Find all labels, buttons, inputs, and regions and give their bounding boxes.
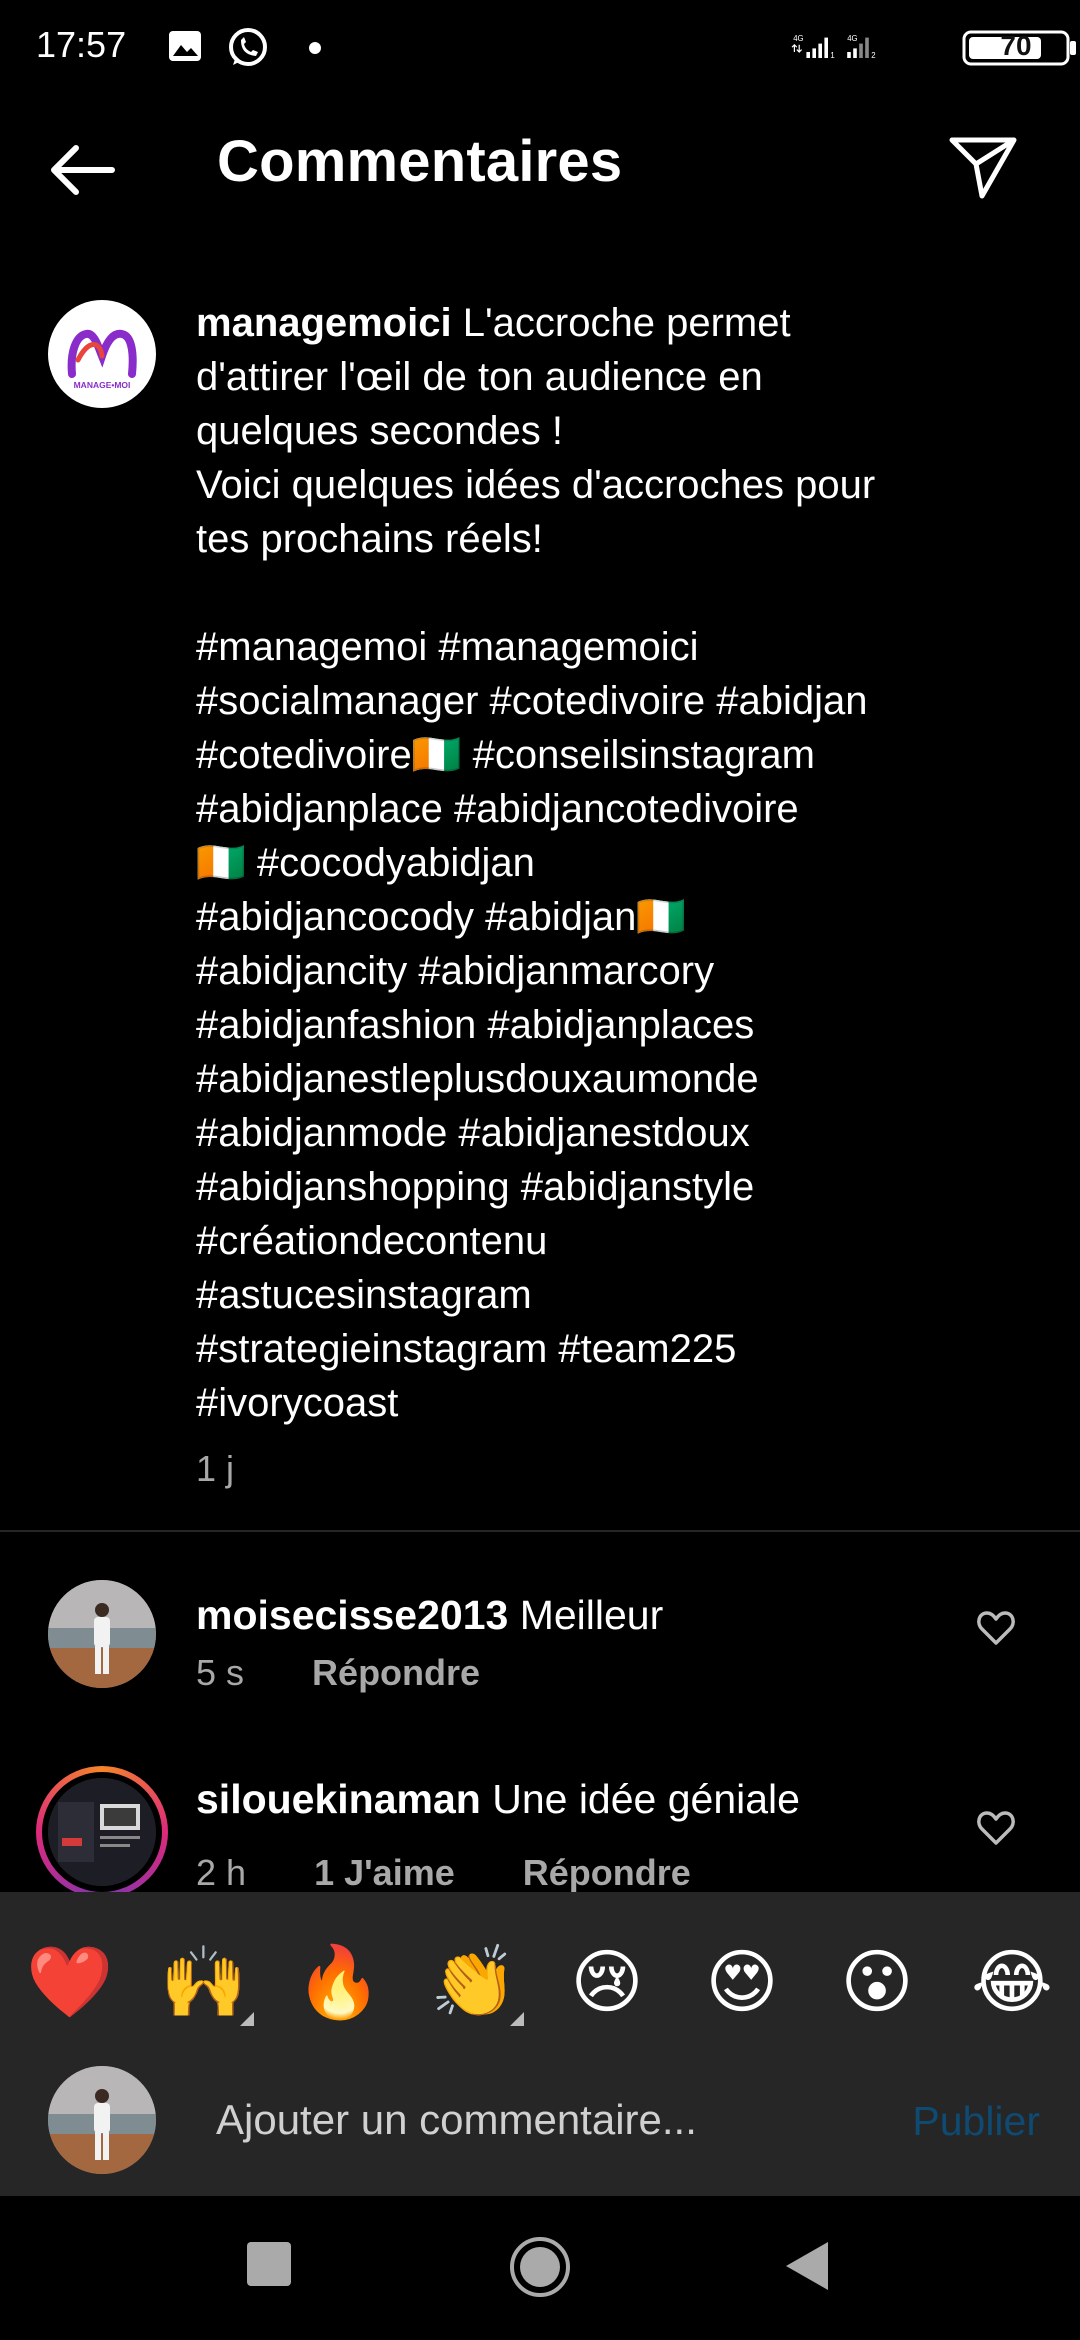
emoji-clapping-hands[interactable]: 👏 [430, 1940, 517, 2024]
svg-text:1: 1 [830, 51, 834, 60]
comment-avatar-silouekinaman[interactable] [48, 1778, 156, 1886]
emoji-surprised-face[interactable]: 😮 [835, 1940, 919, 2024]
logo-lettering: MANAGE•MOI [74, 380, 131, 390]
comment-body: Une idée géniale [480, 1776, 800, 1822]
emoji-heart-eyes[interactable]: 😍 [700, 1940, 784, 2024]
reply-button[interactable]: Répondre [312, 1652, 480, 1693]
comment-time: 5 s [196, 1652, 245, 1693]
publish-button[interactable]: Publier [880, 2093, 1040, 2149]
signal-icons: 4G 1 4G 2 [791, 34, 876, 60]
nav-back-icon[interactable] [784, 2240, 830, 2292]
emoji-heart[interactable]: ❤️ [26, 1940, 113, 2024]
managemoi-logo: MANAGE•MOI [67, 329, 137, 390]
svg-text:4G: 4G [847, 34, 857, 43]
skin-tone-caret-icon [240, 2012, 254, 2026]
likes-count[interactable]: 1 J'aime [314, 1852, 455, 1893]
status-time: 17:57 [36, 24, 127, 65]
gallery-icon [169, 31, 201, 61]
notification-dot [309, 42, 321, 54]
comment-username[interactable]: silouekinaman [196, 1776, 481, 1822]
page-title: Commentaires [217, 129, 623, 194]
heart-icon[interactable] [976, 1610, 1016, 1646]
comment-text: silouekinaman Une idée géniale [196, 1776, 800, 1823]
comment-text: moisecisse2013 Meilleur [196, 1592, 663, 1639]
flyer-thumbnail [48, 1778, 156, 1886]
comment-input[interactable] [216, 2090, 856, 2150]
caption-time: 1 j [196, 1448, 235, 1489]
person-beach-photo [48, 2066, 156, 2174]
home-icon[interactable] [508, 2235, 572, 2299]
story-ring-gap [42, 1772, 162, 1892]
comment-time: 2 h [196, 1852, 247, 1893]
reply-button[interactable]: Répondre [523, 1852, 691, 1893]
whatsapp-icon [229, 28, 267, 66]
current-user-avatar [48, 2066, 156, 2174]
caption-avatar[interactable]: MANAGE•MOI [48, 300, 156, 408]
svg-text:2: 2 [871, 51, 875, 60]
story-ring[interactable] [36, 1766, 168, 1898]
divider [0, 1530, 1080, 1532]
comment-meta: 5 s Répondre [196, 1652, 538, 1694]
comment-meta: 2 h 1 J'aime Répondre [196, 1852, 749, 1894]
send-icon[interactable] [946, 132, 1020, 202]
person-beach-photo [48, 1580, 156, 1688]
heart-icon[interactable] [976, 1810, 1016, 1846]
emoji-tears-of-joy[interactable]: 😂 [970, 1940, 1054, 2024]
comment-avatar-moisecisse2013[interactable] [48, 1580, 156, 1688]
caption-text: managemoici L'accroche permet d'attirer … [196, 296, 1026, 1430]
caption-username[interactable]: managemoici [196, 301, 452, 345]
comment-body: Meilleur [508, 1592, 664, 1638]
back-arrow-icon[interactable] [46, 140, 118, 200]
comments-screen: 17:57 4G 1 4G 2 70 Commentaires MANAGE•M… [0, 0, 1080, 2340]
recent-apps-icon[interactable] [247, 2242, 291, 2286]
caption-content: L'accroche permet d'attirer l'œil de ton… [196, 301, 876, 1425]
battery-level: 70 [1000, 30, 1032, 61]
emoji-crying-face[interactable]: 😢 [565, 1940, 649, 2024]
comment-username[interactable]: moisecisse2013 [196, 1592, 508, 1638]
skin-tone-caret-icon [510, 2012, 524, 2026]
emoji-fire[interactable]: 🔥 [295, 1940, 382, 2024]
signal-4g-1-label: 4G [793, 34, 803, 43]
emoji-raising-hands[interactable]: 🙌 [160, 1940, 247, 2024]
